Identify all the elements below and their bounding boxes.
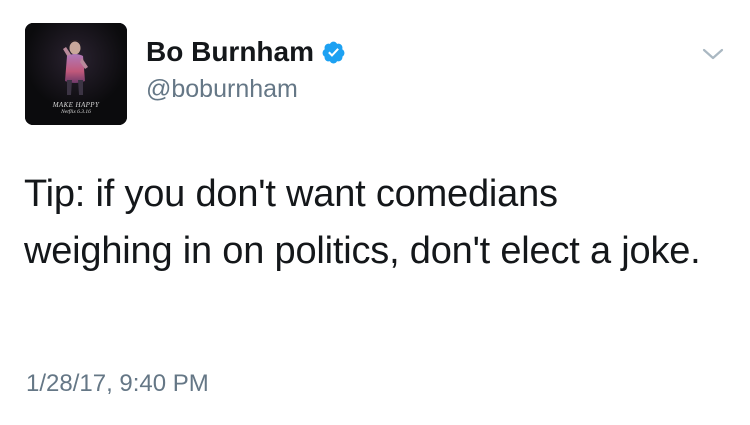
author-display-name[interactable]: Bo Burnham bbox=[146, 36, 314, 68]
tweet-text: Tip: if you don't want comedians weighin… bbox=[24, 173, 701, 272]
avatar-caption-subtitle: Netflix 6.3.16 bbox=[61, 109, 91, 115]
tweet-timestamp[interactable]: 1/28/17, 9:40 PM bbox=[26, 369, 209, 399]
avatar[interactable]: MAKE HAPPY Netflix 6.3.16 bbox=[25, 23, 127, 125]
author-handle[interactable]: @boburnham bbox=[146, 74, 298, 104]
verified-badge-icon bbox=[321, 40, 346, 65]
avatar-caption-title: MAKE HAPPY bbox=[52, 101, 100, 109]
tweet-card: MAKE HAPPY Netflix 6.3.16 Bo Burnham @bo… bbox=[0, 0, 750, 425]
author-name-row: Bo Burnham bbox=[146, 36, 346, 68]
chevron-down-icon[interactable] bbox=[700, 44, 726, 64]
